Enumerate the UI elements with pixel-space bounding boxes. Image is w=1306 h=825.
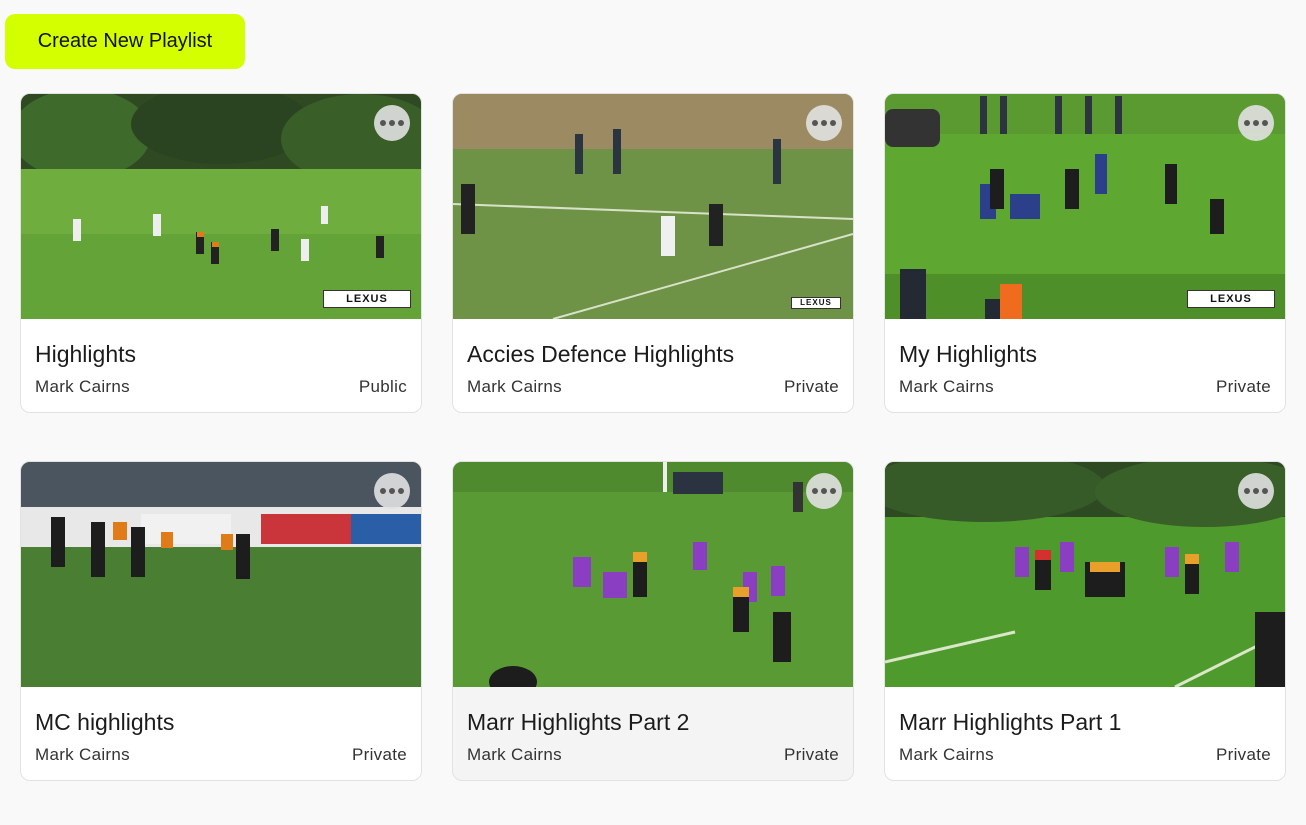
- playlist-title: Marr Highlights Part 1: [899, 709, 1122, 735]
- playlist-thumbnail: [453, 462, 853, 687]
- more-options-button[interactable]: [806, 473, 842, 509]
- playlist-thumbnail: [21, 462, 421, 687]
- lexus-watermark-logo: LEXUS: [323, 290, 411, 308]
- more-horizontal-icon: [1244, 488, 1250, 494]
- playlist-visibility: Public: [358, 377, 407, 396]
- playlist-title: MC highlights: [35, 709, 175, 735]
- playlist-owner: Mark Cairns: [35, 377, 130, 396]
- playlist-title: Accies Defence Highlights: [467, 341, 735, 367]
- more-options-button[interactable]: [374, 473, 410, 509]
- more-horizontal-icon: [812, 488, 818, 494]
- create-playlist-button[interactable]: Create New Playlist: [5, 14, 245, 69]
- playlist-title: Marr Highlights Part 2: [467, 709, 690, 735]
- playlist-visibility: Private: [351, 745, 407, 764]
- playlist-owner: Mark Cairns: [467, 745, 562, 764]
- playlist-title: My Highlights: [899, 341, 1038, 367]
- lexus-watermark-logo: LEXUS: [791, 297, 841, 309]
- playlist-thumbnail: LEXUS: [885, 94, 1285, 319]
- playlist-visibility: Private: [1215, 745, 1271, 764]
- more-horizontal-icon: [380, 488, 386, 494]
- playlist-card[interactable]: LEXUS My Highlights Mark Cairns Private: [884, 93, 1286, 413]
- more-horizontal-icon: [812, 120, 818, 126]
- playlist-title: Highlights: [35, 341, 136, 367]
- playlist-owner: Mark Cairns: [899, 745, 994, 764]
- playlist-visibility: Private: [783, 377, 839, 396]
- playlist-card[interactable]: Marr Highlights Part 2 Mark Cairns Priva…: [452, 461, 854, 781]
- playlist-owner: Mark Cairns: [899, 377, 994, 396]
- more-options-button[interactable]: [1238, 105, 1274, 141]
- playlist-visibility: Private: [1215, 377, 1271, 396]
- playlist-card[interactable]: Marr Highlights Part 1 Mark Cairns Priva…: [884, 461, 1286, 781]
- playlist-thumbnail: LEXUS: [453, 94, 853, 319]
- playlist-thumbnail: [885, 462, 1285, 687]
- playlist-thumbnail: LEXUS: [21, 94, 421, 319]
- playlist-visibility: Private: [783, 745, 839, 764]
- more-horizontal-icon: [1244, 120, 1250, 126]
- more-options-button[interactable]: [1238, 473, 1274, 509]
- playlist-card[interactable]: MC highlights Mark Cairns Private: [20, 461, 422, 781]
- more-horizontal-icon: [380, 120, 386, 126]
- more-options-button[interactable]: [374, 105, 410, 141]
- more-options-button[interactable]: [806, 105, 842, 141]
- lexus-watermark-logo: LEXUS: [1187, 290, 1275, 308]
- playlist-card[interactable]: LEXUS Highlights Mark Cairns Public: [20, 93, 422, 413]
- playlist-owner: Mark Cairns: [467, 377, 562, 396]
- playlist-owner: Mark Cairns: [35, 745, 130, 764]
- playlist-card[interactable]: LEXUS Accies Defence Highlights Mark Cai…: [452, 93, 854, 413]
